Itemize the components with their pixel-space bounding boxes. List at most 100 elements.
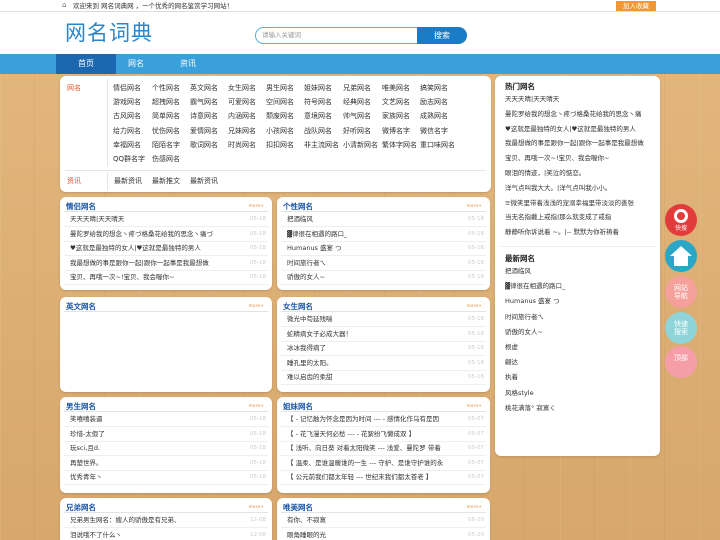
category-link[interactable]: 忧伤网名 [152,126,180,136]
item-title[interactable]: 再楚世界。 [70,457,103,469]
hot-name-item[interactable]: 天天天晴|天天晴天 [505,94,559,104]
item-title[interactable]: 【 - 记忆触为怀念是因为时间 --- - 感情化作乌有是因 [287,413,439,425]
item-title[interactable]: 骄傲的女人~ [287,271,325,283]
new-name-item[interactable]: 执着 [505,372,518,382]
hot-name-item[interactable]: 静静听你诉说着 ~。|-- 默默为你祈祷着 [505,227,619,237]
new-name-item[interactable]: 风格style [505,388,534,398]
list-item[interactable]: ♥这就是最独特的女人|♥这就是最独特的男人 05-18 [70,242,266,254]
category-link[interactable]: 经典网名 [343,97,371,107]
category-link[interactable]: 个性网名 [152,83,180,93]
home-icon[interactable]: ⌂ [62,2,70,9]
category-link[interactable]: 战队网名 [304,126,332,136]
quick-search-button[interactable]: 快搜 [665,204,697,236]
item-title[interactable]: 冰冰我得病了 [287,342,326,354]
search-button[interactable]: 搜索 [417,27,467,44]
category-link[interactable]: 超拽网名 [152,97,180,107]
category-link[interactable]: 男生网名 [266,83,294,93]
category-link[interactable]: 帅气网名 [343,111,371,121]
category-link[interactable]: 简单网名 [152,111,180,121]
list-item[interactable]: 兄弟男生网名：嫂人的骄傲是有兄弟、 12-08 [70,514,266,526]
list-item[interactable]: 蛇精病女子必成大器！ 05-18 [287,328,484,340]
news-link-posts[interactable]: 最新推文 [152,176,180,186]
category-link[interactable]: 空间网名 [266,97,294,107]
back-to-top-button[interactable]: 顶部 [665,346,697,378]
item-title[interactable]: 【 温柔、是谁温暖谁的一生 --- 守护、是谁守护谁的永 [287,457,443,469]
category-link[interactable]: 时尚网名 [228,140,256,150]
new-name-item[interactable]: 桃花满落° 寂寞く [505,403,556,413]
list-item[interactable]: 曼陀罗给我的想念丶疼づ格桑花给我的思念丶痛づ 05-18 [70,228,266,240]
category-link[interactable]: 非主流网名 [304,140,339,150]
more-link[interactable]: more+ [467,504,482,509]
item-title[interactable]: 眼角睡眼的光 [287,529,326,540]
category-link[interactable]: 唯美网名 [382,83,410,93]
item-title[interactable]: 蛇精病女子必成大器！ [287,328,352,340]
more-link[interactable]: more+ [467,403,482,408]
item-title[interactable]: 玩sci,且d. [70,442,100,454]
site-nav-button[interactable]: 网站导航 [665,276,697,308]
more-link[interactable]: more+ [249,504,264,509]
category-link[interactable]: 微信名字 [420,126,448,136]
category-link[interactable]: 微博名字 [382,126,410,136]
hot-name-item[interactable]: 我最想做的事是跟你一起|跟你一起事是我最想做 [505,138,644,148]
category-link[interactable]: 兄弟网名 [343,83,371,93]
new-name-item[interactable]: 根虚 [505,342,518,352]
item-title[interactable]: 曼陀罗给我的想念丶疼づ格桑花给我的思念丶痛づ [70,228,213,240]
list-item[interactable]: 时间旅行者ㄟ 05-18 [287,257,484,269]
item-title[interactable]: ▓律很在相遇的路口_ [287,228,347,240]
list-item[interactable]: 泪说哦不了什么丶 12-08 [70,529,266,540]
category-link[interactable]: 励志网名 [420,97,448,107]
item-title[interactable]: 【 公元前我们都太年轻 --- 世纪末我们都太苍老 】 [287,471,432,483]
category-link[interactable]: 伤感网名 [152,154,180,164]
home-button[interactable] [665,240,697,272]
category-link[interactable]: 文艺网名 [382,97,410,107]
category-link[interactable]: 颓废网名 [266,111,294,121]
category-link[interactable]: 英文网名 [190,83,218,93]
list-item[interactable]: 珍惜-太假了 05-18 [70,428,266,440]
new-name-item[interactable]: ▓律很在相遇的路口_ [505,281,565,291]
category-link[interactable]: 兄妹网名 [228,126,256,136]
category-link[interactable]: 扣扣网名 [266,140,294,150]
hot-name-item[interactable]: ♥这就是最独特的女人|♥这就是最独特的男人 [505,124,636,134]
category-link[interactable]: 霸气网名 [190,97,218,107]
list-item[interactable]: 把酒临风 05-18 [287,213,484,225]
list-item[interactable]: 有你、不寂寞 05-20 [287,514,484,526]
item-title[interactable]: ♥这就是最独特的女人|♥这就是最独特的男人 [70,242,201,254]
list-item[interactable]: 骄傲的女人~ 05-18 [287,271,484,283]
category-link[interactable]: 意境网名 [304,111,332,121]
item-title[interactable]: 泪说哦不了什么丶 [70,529,122,540]
list-item[interactable]: 难以启齿的柔甜 05-18 [287,371,484,383]
item-title[interactable]: 宝贝、再哦一次~!宝贝、我会喔你~ [70,271,175,283]
item-title[interactable]: 【 浅听、向日葵 对着太阳微笑 --- 浅爱、曼陀罗 带着 [287,442,441,454]
more-link[interactable]: more+ [467,303,482,308]
item-title[interactable]: 珍惜-太假了 [70,428,105,440]
category-link[interactable]: 重口味网名 [420,140,455,150]
category-link[interactable]: 搞笑网名 [420,83,448,93]
item-title[interactable]: 时间旅行者ㄟ [287,257,326,269]
category-link[interactable]: 内涵网名 [228,111,256,121]
list-item[interactable]: 微光中苟延残喘 05-18 [287,313,484,325]
hot-name-item[interactable]: 眼泪的情迹，|笑泣的惦恋。 [505,168,585,178]
category-link[interactable]: 游戏网名 [113,97,141,107]
item-title[interactable]: 难以启齿的柔甜 [287,371,333,383]
item-title[interactable]: 天天天晴|天天晴天 [70,213,124,225]
list-item[interactable]: 【 - 记忆触为怀念是因为时间 --- - 感情化作乌有是因 05-07 [287,413,484,425]
item-title[interactable]: 有你、不寂寞 [287,514,326,526]
category-link[interactable]: 好听网名 [343,126,371,136]
item-title[interactable]: 我最想做的事是跟你一起|跟你一起事是我最想做 [70,257,209,269]
item-title[interactable]: 兄弟男生网名：嫂人的骄傲是有兄弟、 [70,514,181,526]
category-link[interactable]: 家族网名 [382,111,410,121]
more-link[interactable]: more+ [249,403,264,408]
list-item[interactable]: ▓律很在相遇的路口_ 05-18 [287,228,484,240]
list-item[interactable]: 【 浅听、向日葵 对着太阳微笑 --- 浅爱、曼陀罗 带着 05-07 [287,442,484,454]
search-input[interactable]: 请输入关键词 [255,27,418,44]
list-item[interactable]: 我最想做的事是跟你一起|跟你一起事是我最想做 05-18 [70,257,266,269]
news-link-latest-2[interactable]: 最新资讯 [190,176,218,186]
more-link[interactable]: more+ [249,203,264,208]
item-title[interactable]: 笑嘻嘻装逼 [70,413,103,425]
item-title[interactable]: 睡孔里的太阳。 [287,357,333,369]
hot-name-item[interactable]: 洋气点叫我大大。|洋气点叫我小小。 [505,183,611,193]
list-item[interactable]: 再楚世界。 05-18 [70,457,266,469]
item-title[interactable]: 优秀青年丶 [70,471,103,483]
category-link[interactable]: 幸福网名 [113,140,141,150]
category-link[interactable]: 小孩网名 [266,126,294,136]
